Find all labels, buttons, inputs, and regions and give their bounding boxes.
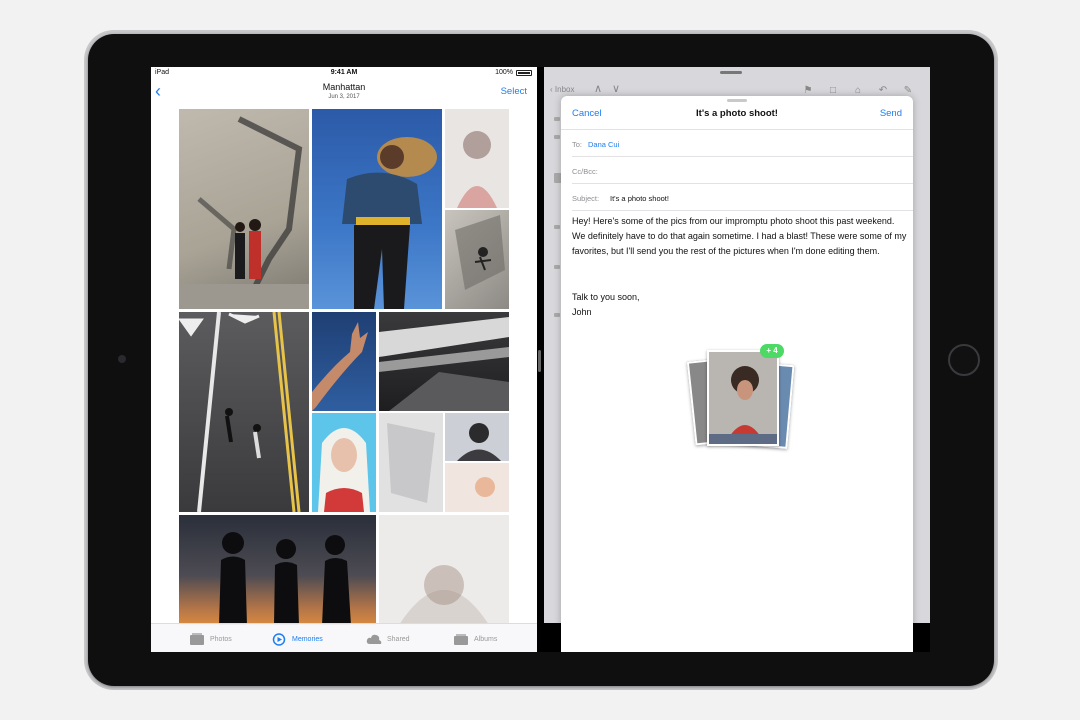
photos-nav-bar: ‹ Manhattan Jun 3, 2017 Select (151, 79, 537, 109)
background-message-line (554, 225, 560, 229)
background-message-line (554, 117, 560, 121)
photo-building-bw[interactable] (379, 312, 509, 411)
dragged-photos-stack[interactable]: + 4 (686, 340, 799, 450)
message-signoff[interactable]: Talk to you soon, John (572, 290, 640, 320)
memories-icon (272, 632, 286, 646)
photo-silhouettes-sunset[interactable] (179, 515, 376, 625)
message-body[interactable]: Hey! Here's some of the pics from our im… (572, 214, 910, 259)
send-button[interactable]: Send (880, 108, 902, 119)
select-button[interactable]: Select (501, 86, 527, 97)
photo-orange-faded[interactable] (445, 463, 509, 512)
folder-icon[interactable]: □ (827, 85, 839, 96)
tab-label: Memories (292, 635, 323, 643)
subject-field[interactable]: Subject: It's a photo shoot! (572, 184, 913, 211)
album-title: Manhattan (322, 82, 366, 92)
to-field[interactable]: To: Dana Cui (572, 130, 913, 157)
split-view-divider-handle[interactable] (538, 350, 541, 372)
album-date: Jun 3, 2017 (328, 94, 360, 100)
photo-girl-faded[interactable] (445, 109, 509, 208)
subject-label: Subject: (572, 194, 600, 203)
flag-icon[interactable]: ⚑ (802, 85, 814, 96)
signoff-line: Talk to you soon, (572, 292, 640, 302)
front-camera (118, 355, 126, 363)
tab-memories[interactable]: Memories (271, 631, 323, 647)
reply-icon[interactable]: ↶ (877, 85, 889, 96)
compose-sheet: Cancel It's a photo shoot! Send To: Dana… (561, 96, 913, 652)
photos-pane: iPad 9:41 AM 100% ‹ Manhattan Jun 3, 201… (151, 67, 537, 652)
ipad-screen: iPad 9:41 AM 100% ‹ Manhattan Jun 3, 201… (151, 67, 930, 652)
photo-rooftop[interactable] (445, 210, 509, 309)
background-message-line (554, 265, 560, 269)
tab-label: Albums (474, 635, 498, 643)
message-nav-arrows[interactable]: ∧∨ (594, 82, 630, 95)
compose-icon[interactable]: ✎ (902, 85, 914, 96)
battery-icon (516, 70, 532, 76)
photos-icon (190, 632, 204, 645)
compose-header: Cancel It's a photo shoot! Send (561, 96, 913, 130)
inbox-label: Inbox (554, 85, 575, 94)
tab-albums[interactable]: Albums (453, 631, 497, 647)
cc-bcc-label: Cc/Bcc: (572, 167, 598, 176)
signoff-name: John (572, 307, 592, 317)
to-label: To: (572, 140, 583, 149)
status-bar: iPad 9:41 AM 100% (151, 67, 537, 79)
tab-label: Photos (210, 635, 232, 643)
cc-bcc-field[interactable]: Cc/Bcc: (572, 157, 913, 184)
status-time: 9:41 AM (330, 69, 358, 76)
photo-blonde-girl[interactable] (312, 413, 376, 512)
tab-photos[interactable]: Photos (189, 631, 232, 647)
photos-tab-bar: Photos Memories Shared Albums (151, 623, 537, 652)
background-message-line (554, 313, 560, 317)
photo-jacket-sky[interactable] (312, 109, 442, 309)
stack-photo-front (707, 350, 779, 446)
photo-staircase-faded[interactable] (379, 413, 443, 512)
photo-wall-shadows[interactable] (179, 109, 309, 309)
albums-icon (454, 633, 468, 645)
subject-value[interactable]: It's a photo shoot! (610, 194, 669, 203)
to-recipient[interactable]: Dana Cui (588, 140, 619, 149)
tab-shared[interactable]: Shared (366, 631, 410, 647)
compose-title: It's a photo shoot! (696, 108, 778, 119)
home-button[interactable] (948, 344, 980, 376)
status-battery-text: 100% (495, 69, 513, 76)
photo-road-arrows[interactable] (179, 312, 309, 512)
trash-icon[interactable]: ⌂ (852, 85, 864, 96)
cloud-icon (366, 634, 382, 644)
slide-over-grabber[interactable] (720, 71, 742, 74)
inbox-back-button[interactable]: ‹ Inbox (550, 85, 574, 94)
photo-hands-hair[interactable] (445, 413, 509, 461)
attachment-count-badge: + 4 (760, 344, 784, 358)
photo-girl-faded-2[interactable] (379, 515, 509, 625)
tab-label: Shared (387, 635, 410, 643)
photo-hand-blue[interactable] (312, 312, 376, 411)
background-message-line (554, 135, 560, 139)
